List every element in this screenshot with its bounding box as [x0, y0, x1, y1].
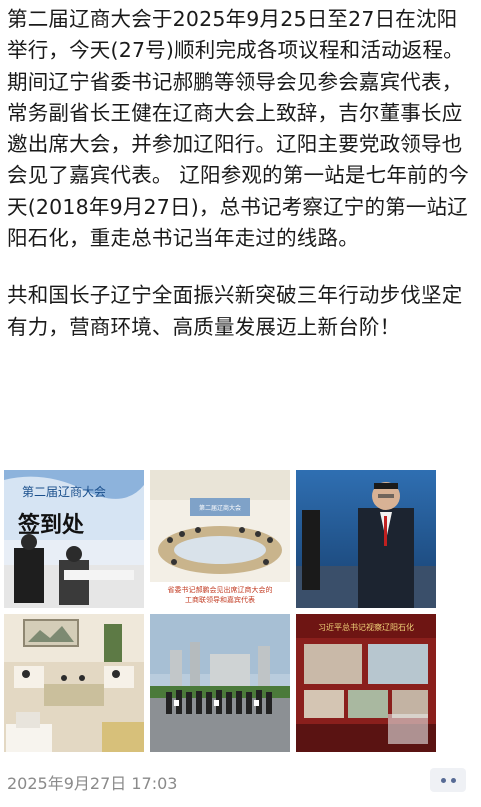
more-dot — [450, 777, 456, 783]
photo-exhibition-wall-image: 习近平总书记视察辽阳石化 — [296, 614, 436, 752]
post-footer: 2025年9月27日 17:03 — [7, 768, 474, 798]
photo2-caption-line2: 工商联领导和嘉宾代表 — [185, 595, 255, 604]
photo2-banner: 第二届辽商大会 — [199, 504, 241, 512]
photo-grid: 第二届辽商大会 签到处 第二届辽商大会 省委书记郝鹏会见出席辽商大会的 工商联领… — [4, 470, 437, 752]
post-text-paragraph-1: 第二届辽商大会于2025年9月25日至27日在沈阳举行，今天(27号)顺利完成各… — [7, 7, 470, 251]
photo-group-outdoor[interactable] — [150, 614, 290, 752]
photo-signin-desk[interactable]: 第二届辽商大会 签到处 — [4, 470, 144, 608]
photo2-caption-line1: 省委书记郝鹏会见出席辽商大会的 — [168, 585, 273, 594]
more-dot — [440, 777, 446, 783]
photo1-sign-top: 第二届辽商大会 — [22, 484, 106, 499]
photo-meeting-hall-image: 第二届辽商大会 省委书记郝鹏会见出席辽商大会的 工商联领导和嘉宾代表 — [150, 470, 290, 608]
photo-signin-desk-image: 第二届辽商大会 签到处 — [4, 470, 144, 608]
post-text-paragraph-2: 共和国长子辽宁全面振兴新突破三年行动步伐坚定有力，营商环境、高质量发展迈上新台阶… — [7, 283, 463, 339]
more-dots-icon[interactable] — [430, 768, 466, 792]
photo-man-at-conference-image — [296, 470, 436, 608]
photo-meeting-hall[interactable]: 第二届辽商大会 省委书记郝鹏会见出席辽商大会的 工商联领导和嘉宾代表 — [150, 470, 290, 608]
moments-post: 第二届辽商大会于2025年9月25日至27日在沈阳举行，今天(27号)顺利完成各… — [7, 0, 474, 343]
photo-exhibition-wall[interactable]: 习近平总书记视察辽阳石化 — [296, 614, 436, 752]
photo-reception-room[interactable] — [4, 614, 144, 752]
photo-group-outdoor-image — [150, 614, 290, 752]
photo-reception-room-image — [4, 614, 144, 752]
post-timestamp: 2025年9月27日 17:03 — [7, 774, 178, 793]
photo6-banner: 习近平总书记视察辽阳石化 — [318, 622, 414, 632]
photo1-sign-bottom: 签到处 — [17, 512, 84, 538]
photo-man-at-conference[interactable] — [296, 470, 436, 608]
